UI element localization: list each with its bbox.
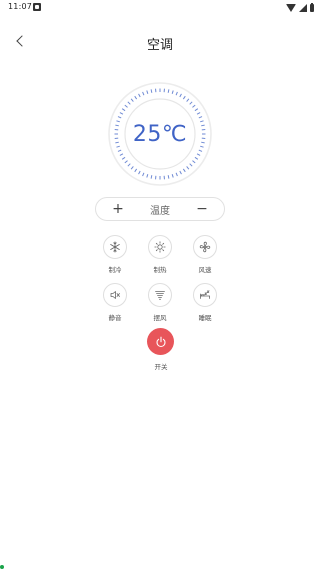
power-label: 开关 [154, 363, 168, 371]
sleep-circle [193, 283, 217, 307]
swing-label: 摆风 [153, 314, 167, 322]
sleep-label: 睡眠 [198, 314, 212, 322]
wifi-icon [286, 4, 296, 12]
decrease-temp-button[interactable]: − [190, 198, 214, 220]
power-button[interactable]: 开关 [147, 328, 175, 371]
status-time: 11:07 [8, 2, 33, 11]
sun-icon [154, 241, 166, 253]
cool-circle [103, 235, 127, 259]
power-circle [147, 328, 174, 355]
fan-icon [199, 241, 211, 253]
status-icons [286, 3, 314, 13]
sleep-icon [200, 290, 210, 299]
thermostat-dial: 25℃ [107, 81, 213, 187]
mute-label: 静音 [108, 314, 122, 322]
mute-circle [103, 283, 127, 307]
page-title: 空调 [146, 38, 173, 53]
heat-button[interactable]: 制热 [140, 235, 180, 274]
battery-icon [310, 3, 314, 12]
header: 空调 [0, 30, 320, 54]
a-box-icon [33, 3, 41, 11]
heat-label: 制热 [153, 266, 167, 274]
temperature-control: + 温度 − [95, 197, 225, 221]
speaker-mute-icon [110, 291, 120, 299]
temperature-display: 25℃ [132, 121, 188, 147]
swing-button[interactable]: 摆风 [140, 283, 180, 322]
fan-speed-button[interactable]: 风速 [185, 235, 225, 274]
sleep-button[interactable]: 睡眠 [185, 283, 225, 322]
fan-label: 风速 [198, 266, 212, 274]
power-icon [155, 336, 166, 347]
status-bar: 11:07 [0, 0, 320, 18]
signal-icon [299, 4, 307, 12]
corner-indicator [0, 565, 4, 569]
cool-button[interactable]: 制冷 [95, 235, 135, 274]
swing-circle [148, 283, 172, 307]
snowflake-icon [110, 241, 120, 253]
heat-circle [148, 235, 172, 259]
mute-button[interactable]: 静音 [95, 283, 135, 322]
fan-circle [193, 235, 217, 259]
swing-icon [155, 291, 165, 300]
cool-label: 制冷 [108, 266, 122, 274]
